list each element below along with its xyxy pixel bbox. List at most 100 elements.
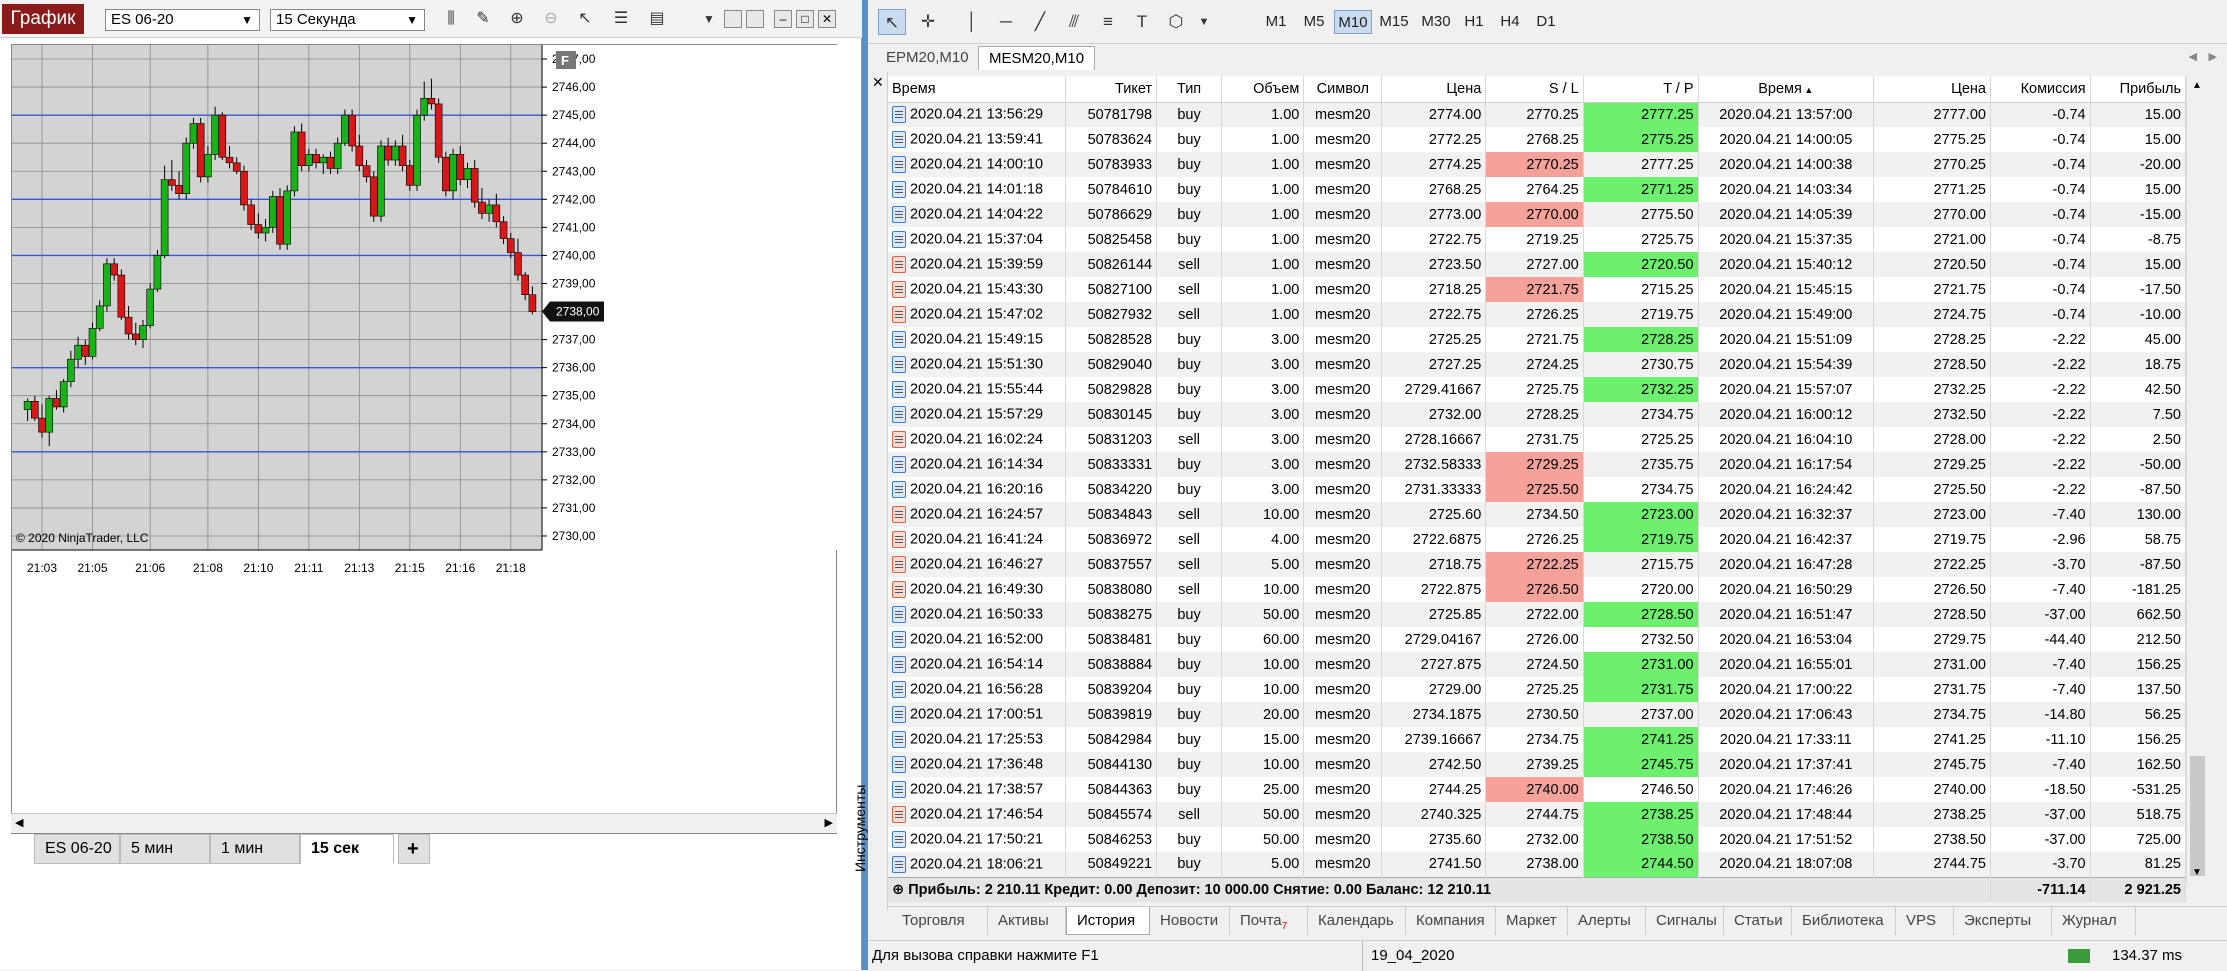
table-row[interactable]: 2020.04.21 15:55:44 50829828 buy 3.00 mesm20… [888,377,2187,402]
column-header[interactable]: Объем [1221,76,1305,103]
timeframe-m5[interactable]: M5 [1298,10,1330,34]
table-row[interactable]: 2020.04.21 17:46:54 50845574 sell 50.00 mesm… [888,802,2187,827]
add-tab-button[interactable]: + [398,834,430,864]
chart-tab-1min[interactable]: 1 мин [210,834,300,864]
table-row[interactable]: 2020.04.21 16:24:57 50834843 sell 10.00 mesm… [888,502,2187,527]
scroll-up-icon[interactable]: ▲ [2192,80,2202,91]
table-row[interactable]: 2020.04.21 17:36:48 50844130 buy 10.00 mesm2… [888,752,2187,777]
terminal-tab[interactable]: Компания [1406,907,1496,935]
terminal-tab[interactable]: Календарь [1308,907,1406,935]
table-row[interactable]: 2020.04.21 15:47:02 50827932 sell 1.00 mesm2… [888,302,2187,327]
shapes-icon[interactable]: ⬡ [1162,9,1190,35]
terminal-tab[interactable]: Почта7 [1230,907,1308,935]
close-icon[interactable]: ✕ [818,10,836,28]
chart-horizontal-scrollbar[interactable]: ◀ ▶ [11,813,837,833]
tab-scroll-right-icon[interactable]: ▶ [2209,50,2217,63]
fibonacci-icon[interactable]: ≡ [1094,9,1122,35]
table-row[interactable]: 2020.04.21 17:50:21 50846253 buy 50.00 mesm2… [888,827,2187,852]
column-header[interactable]: Цена [1381,76,1487,103]
terminal-tab[interactable]: Журнал [2052,907,2136,935]
instrument-selector[interactable]: ES 06-20 ▼ [105,9,260,31]
zoom-out-icon[interactable]: ⊖ [540,8,562,30]
table-row[interactable]: 2020.04.21 14:04:22 50786629 buy 1.00 mesm20… [888,202,2187,227]
timeframe-m10[interactable]: M10 [1334,10,1372,34]
terminal-tab[interactable]: Торговля [892,907,988,935]
terminal-tab[interactable]: VPS [1896,907,1954,935]
column-header[interactable]: Комиссия [1990,76,2091,103]
cursor-icon[interactable]: ↖ [878,9,906,35]
window-icon-b[interactable] [746,10,764,28]
expand-icon[interactable]: ⊕ [892,882,908,898]
terminal-tab[interactable]: Алерты [1568,907,1646,935]
timeframe-d1[interactable]: D1 [1530,10,1562,34]
table-row[interactable]: 2020.04.21 16:50:33 50838275 buy 50.00 mesm2… [888,602,2187,627]
horizontal-line-icon[interactable]: ─ [992,9,1020,35]
terminal-tab[interactable]: Статьи [1724,907,1792,935]
text-icon[interactable]: T [1128,9,1156,35]
table-row[interactable]: 2020.04.21 16:54:14 50838884 buy 10.00 mesm2… [888,652,2187,677]
scroll-right-icon[interactable]: ▶ [825,816,833,829]
terminal-tab[interactable]: Новости [1150,907,1230,935]
table-row[interactable]: 2020.04.21 16:49:30 50838080 sell 10.00 mesm… [888,577,2187,602]
table-row[interactable]: 2020.04.21 16:41:24 50836972 sell 4.00 mesm2… [888,527,2187,552]
minimize-icon[interactable]: – [774,10,792,28]
table-row[interactable]: 2020.04.21 13:56:29 50781798 buy 1.00 mesm20… [888,102,2187,127]
fibonacci-channel-icon[interactable]: ⫻ [1060,9,1088,35]
timeframe-m30[interactable]: M30 [1416,10,1456,34]
zoom-in-icon[interactable]: ⊕ [506,8,528,30]
column-header[interactable]: Тип [1156,76,1223,103]
scroll-down-icon[interactable]: ▼ [2192,867,2202,878]
timeframe-h1[interactable]: H1 [1458,10,1490,34]
pointer-icon[interactable]: ↖ [574,8,596,30]
terminal-tab[interactable]: История [1066,907,1150,935]
column-header[interactable]: Время [888,76,1067,103]
bar-type-icon[interactable]: ⫼ [440,8,462,30]
doc-tab-epm20[interactable]: EPM20,M10 [876,46,979,70]
timeframe-m15[interactable]: M15 [1374,10,1414,34]
table-row[interactable]: 2020.04.21 16:52:00 50838481 buy 60.00 mesm2… [888,627,2187,652]
doc-tab-mesm20[interactable]: MESM20,M10 [978,46,1096,70]
table-row[interactable]: 2020.04.21 16:20:16 50834220 buy 3.00 mesm20… [888,477,2187,502]
vertical-line-icon[interactable]: │ [958,9,986,35]
table-row[interactable]: 2020.04.21 16:46:27 50837557 sell 5.00 mesm2… [888,552,2187,577]
properties-icon[interactable]: ☰ [610,8,632,30]
table-row[interactable]: 2020.04.21 16:14:34 50833331 buy 3.00 mesm20… [888,452,2187,477]
window-icon-a[interactable] [724,10,742,28]
maximize-icon[interactable]: □ [796,10,814,28]
timeframe-h4[interactable]: H4 [1494,10,1526,34]
terminal-tab[interactable]: Активы [988,907,1066,935]
table-row[interactable]: 2020.04.21 16:56:28 50839204 buy 10.00 mesm2… [888,677,2187,702]
table-row[interactable]: 2020.04.21 14:00:10 50783933 buy 1.00 mesm20… [888,152,2187,177]
crosshair-icon[interactable]: ✛ [914,9,942,35]
shapes-dropdown-icon[interactable]: ▼ [1190,9,1218,35]
column-header[interactable]: Прибыль [2090,76,2187,103]
table-row[interactable]: 2020.04.21 15:43:30 50827100 sell 1.00 mesm2… [888,277,2187,302]
chart-menu-button[interactable]: График [2,4,84,34]
table-vertical-scrollbar[interactable]: ▲ ▼ [2186,76,2208,882]
column-header[interactable]: Цена [1873,76,1991,103]
chart-tab-instrument[interactable]: ES 06-20 [34,834,120,864]
table-row[interactable]: 2020.04.21 17:00:51 50839819 buy 20.00 mesm2… [888,702,2187,727]
chart-tab-15sec[interactable]: 15 сек [300,834,394,864]
table-row[interactable]: 2020.04.21 13:59:41 50783624 buy 1.00 mesm20… [888,127,2187,152]
scroll-left-icon[interactable]: ◀ [15,816,23,829]
table-row[interactable]: 2020.04.21 15:51:30 50829040 buy 3.00 mesm20… [888,352,2187,377]
column-header[interactable]: Символ [1303,76,1383,103]
tab-scroll-left-icon[interactable]: ◀ [2189,50,2197,63]
terminal-tab[interactable]: Библиотека [1792,907,1896,935]
table-row[interactable]: 2020.04.21 17:25:53 50842984 buy 15.00 mesm2… [888,727,2187,752]
close-panel-icon[interactable]: ✕ [872,74,884,91]
period-selector[interactable]: 15 Секунда ▼ [270,9,425,31]
table-row[interactable]: 2020.04.21 14:01:18 50784610 buy 1.00 mesm20… [888,177,2187,202]
column-header[interactable]: S / L [1485,76,1584,103]
column-header[interactable]: Тикет [1065,76,1158,103]
table-row[interactable]: 2020.04.21 15:39:59 50826144 sell 1.00 mesm2… [888,252,2187,277]
terminal-tab[interactable]: Маркет [1496,907,1568,935]
column-header[interactable]: T / P [1583,76,1699,103]
table-row[interactable]: 2020.04.21 15:49:15 50828528 buy 3.00 mesm20… [888,327,2187,352]
chart-tab-5min[interactable]: 5 мин [120,834,210,864]
table-row[interactable]: 2020.04.21 15:57:29 50830145 buy 3.00 mesm20… [888,402,2187,427]
table-row[interactable]: 2020.04.21 15:37:04 50825458 buy 1.00 mesm20… [888,227,2187,252]
candlestick-chart-svg[interactable]: 21:03 21:05 21:06 21:08 21:10 21:11 21:13 21:15… [12,45,838,815]
terminal-tab[interactable]: Сигналы [1646,907,1724,935]
